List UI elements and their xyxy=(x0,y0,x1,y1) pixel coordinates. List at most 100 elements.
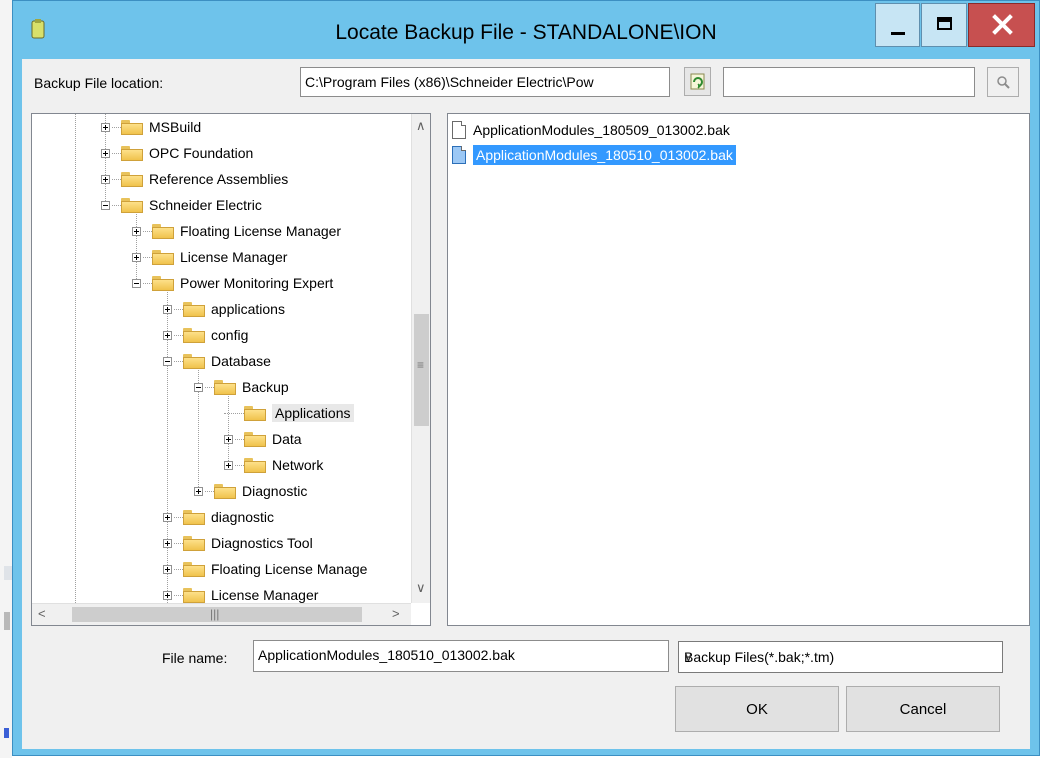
search-input[interactable] xyxy=(723,67,975,97)
minimize-icon xyxy=(891,32,905,35)
expand-toggle[interactable] xyxy=(101,122,110,132)
file-icon xyxy=(452,121,466,139)
folder-tree[interactable]: MSBuild OPC Foundation Reference Assembl… xyxy=(31,113,431,626)
minimize-button[interactable] xyxy=(875,3,920,47)
expand-toggle[interactable] xyxy=(132,252,141,262)
close-icon xyxy=(992,14,1013,35)
search-icon xyxy=(997,76,1010,89)
desktop-background xyxy=(0,0,12,758)
expand-toggle[interactable] xyxy=(194,486,203,496)
folder-icon xyxy=(214,379,236,395)
expand-toggle[interactable] xyxy=(224,434,233,444)
folder-icon xyxy=(244,405,266,421)
tree-node-label: Applications xyxy=(272,404,354,422)
scroll-down-icon[interactable]: ∨ xyxy=(416,580,426,596)
filename-input[interactable]: ApplicationModules_180510_013002.bak xyxy=(253,640,669,672)
expand-toggle[interactable] xyxy=(163,304,172,314)
tree-node[interactable]: Diagnostic xyxy=(194,479,307,503)
expand-toggle[interactable] xyxy=(163,564,172,574)
collapse-toggle[interactable] xyxy=(132,278,141,288)
scroll-left-icon[interactable]: < xyxy=(38,606,46,621)
tree-horizontal-scrollbar[interactable]: < ||| > xyxy=(32,603,411,625)
grip-icon: ||| xyxy=(210,607,220,621)
tree-node[interactable]: Reference Assemblies xyxy=(101,167,288,191)
tree-node[interactable]: MSBuild xyxy=(101,115,201,139)
expand-toggle[interactable] xyxy=(132,226,141,236)
filter-select[interactable]: Backup Files(*.bak;*.tm) ∨ xyxy=(678,641,1003,673)
tree-node[interactable]: Database xyxy=(163,349,271,373)
collapse-toggle[interactable] xyxy=(163,356,172,366)
tree-node[interactable]: Schneider Electric xyxy=(101,193,262,217)
desktop-fragment xyxy=(4,728,9,738)
close-button[interactable] xyxy=(968,3,1035,47)
location-path-field[interactable]: C:\Program Files (x86)\Schneider Electri… xyxy=(300,67,670,97)
tree-node-label: Floating License Manage xyxy=(211,561,368,577)
file-list[interactable]: ApplicationModules_180509_013002.bak App… xyxy=(447,113,1030,626)
tree-node[interactable]: diagnostic xyxy=(163,505,274,529)
tree-node-label: config xyxy=(211,327,249,343)
tree-node[interactable]: License Manager xyxy=(132,245,287,269)
tree-node-label: applications xyxy=(211,301,285,317)
refresh-button[interactable] xyxy=(684,67,711,96)
file-name: ApplicationModules_180510_013002.bak xyxy=(473,145,736,165)
tree-node-label: Network xyxy=(272,457,324,473)
collapse-toggle[interactable] xyxy=(194,382,203,392)
scroll-up-icon[interactable]: ∧ xyxy=(416,118,426,134)
maximize-button[interactable] xyxy=(921,3,967,47)
file-item-selected[interactable]: ApplicationModules_180510_013002.bak xyxy=(452,143,736,167)
folder-icon xyxy=(183,327,205,343)
tree-node-label: License Manager xyxy=(180,249,288,265)
tree-node-label: MSBuild xyxy=(149,119,202,135)
tree-node-label: Backup xyxy=(242,379,289,395)
tree-node[interactable]: applications xyxy=(163,297,285,321)
tree-node[interactable]: Backup xyxy=(194,375,289,399)
tree-node[interactable]: Diagnostics Tool xyxy=(163,531,313,555)
tree-node-label: Schneider Electric xyxy=(149,197,262,213)
folder-icon xyxy=(152,223,174,239)
tree-node[interactable]: Floating License Manage xyxy=(163,557,367,581)
location-label: Backup File location: xyxy=(34,75,164,91)
search-button[interactable] xyxy=(987,67,1019,97)
folder-icon xyxy=(183,561,205,577)
tree-node-label: Floating License Manager xyxy=(180,223,342,239)
folder-icon xyxy=(183,301,205,317)
tree-node-label: Power Monitoring Expert xyxy=(180,275,334,291)
file-item[interactable]: ApplicationModules_180509_013002.bak xyxy=(452,118,730,142)
folder-icon xyxy=(183,353,205,369)
tree-node-label: Diagnostic xyxy=(242,483,308,499)
tree-node-label: Diagnostics Tool xyxy=(211,535,313,551)
title-bar[interactable]: Locate Backup File - STANDALONE\ION xyxy=(13,1,1039,59)
collapse-toggle[interactable] xyxy=(101,200,110,210)
locate-backup-dialog: Locate Backup File - STANDALONE\ION Back… xyxy=(12,0,1040,756)
scroll-thumb[interactable]: ≡ xyxy=(414,314,429,426)
file-icon xyxy=(452,146,466,164)
folder-icon xyxy=(152,275,174,291)
expand-toggle[interactable] xyxy=(163,512,172,522)
expand-toggle[interactable] xyxy=(163,590,172,600)
cancel-button[interactable]: Cancel xyxy=(846,686,1000,732)
dialog-client: Backup File location: C:\Program Files (… xyxy=(22,59,1030,749)
expand-toggle[interactable] xyxy=(163,538,172,548)
desktop-fragment xyxy=(4,566,12,580)
tree-node[interactable]: Data xyxy=(224,427,302,451)
tree-node-label: License Manager xyxy=(211,587,319,603)
tree-node[interactable]: OPC Foundation xyxy=(101,141,253,165)
tree-node[interactable]: Floating License Manager xyxy=(132,219,341,243)
expand-toggle[interactable] xyxy=(163,330,172,340)
scroll-right-icon[interactable]: > xyxy=(392,606,400,621)
expand-toggle[interactable] xyxy=(224,460,233,470)
tree-node-label: diagnostic xyxy=(211,509,275,525)
expand-toggle[interactable] xyxy=(101,174,110,184)
expand-toggle[interactable] xyxy=(101,148,110,158)
tree-node[interactable]: Power Monitoring Expert xyxy=(132,271,333,295)
ok-button[interactable]: OK xyxy=(675,686,839,732)
scroll-thumb[interactable]: ||| xyxy=(72,607,362,622)
tree-node[interactable]: Network xyxy=(224,453,323,477)
location-path-text: C:\Program Files (x86)\Schneider Electri… xyxy=(305,74,594,90)
refresh-icon xyxy=(690,73,705,90)
tree-node-selected[interactable]: Applications xyxy=(224,401,354,425)
tree-node[interactable]: config xyxy=(163,323,248,347)
desktop-fragment xyxy=(4,612,10,630)
folder-icon xyxy=(244,457,266,473)
tree-vertical-scrollbar[interactable]: ∧ ≡ ∨ xyxy=(411,114,430,603)
